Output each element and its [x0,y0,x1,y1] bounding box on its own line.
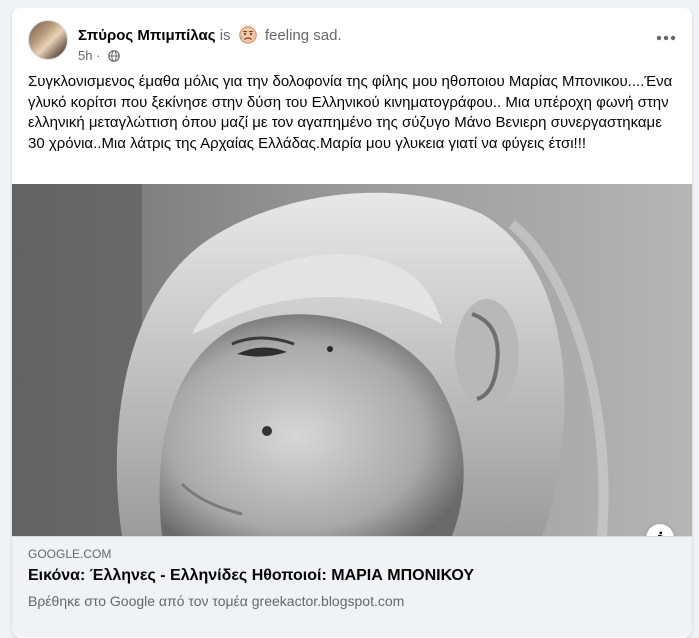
author-name[interactable]: Σπύρος Μπιμπίλας [78,27,216,44]
avatar[interactable] [28,20,68,60]
feeling-text: feeling sad. [264,27,342,44]
globe-icon[interactable] [108,50,120,62]
author-line: Σπύρος Μπιμπίλας is feeling sad. [78,26,342,44]
link-preview[interactable]: GOOGLE.COM Εικόνα: Έλληνες - Ελληνίδες Η… [12,536,692,637]
link-description: Βρέθηκε στο Google από τον τομέα greekac… [28,593,405,609]
link-title[interactable]: Εικόνα: Έλληνες - Ελληνίδες Ηθοποιοί: ΜΑ… [28,567,474,585]
portrait-image [12,184,692,536]
sad-face-emoji-icon [239,26,257,44]
post-meta: 5h · [78,48,120,63]
post-header: Σπύρος Μπιμπίλας is feeling sad. 5h · [28,20,676,66]
more-options-icon [656,35,676,41]
meta-separator: · [96,48,101,63]
post-time[interactable]: 5h [78,48,92,63]
is-word: is [219,27,231,44]
post-photo[interactable]: i [12,184,692,536]
link-domain: GOOGLE.COM [28,547,112,561]
post-text: Συγκλονισμενος έμαθα μόλις για την δολοφ… [28,73,673,152]
more-options-button[interactable] [652,28,680,48]
post-card: Σπύρος Μπιμπίλας is feeling sad. 5h · Συ… [12,8,692,638]
